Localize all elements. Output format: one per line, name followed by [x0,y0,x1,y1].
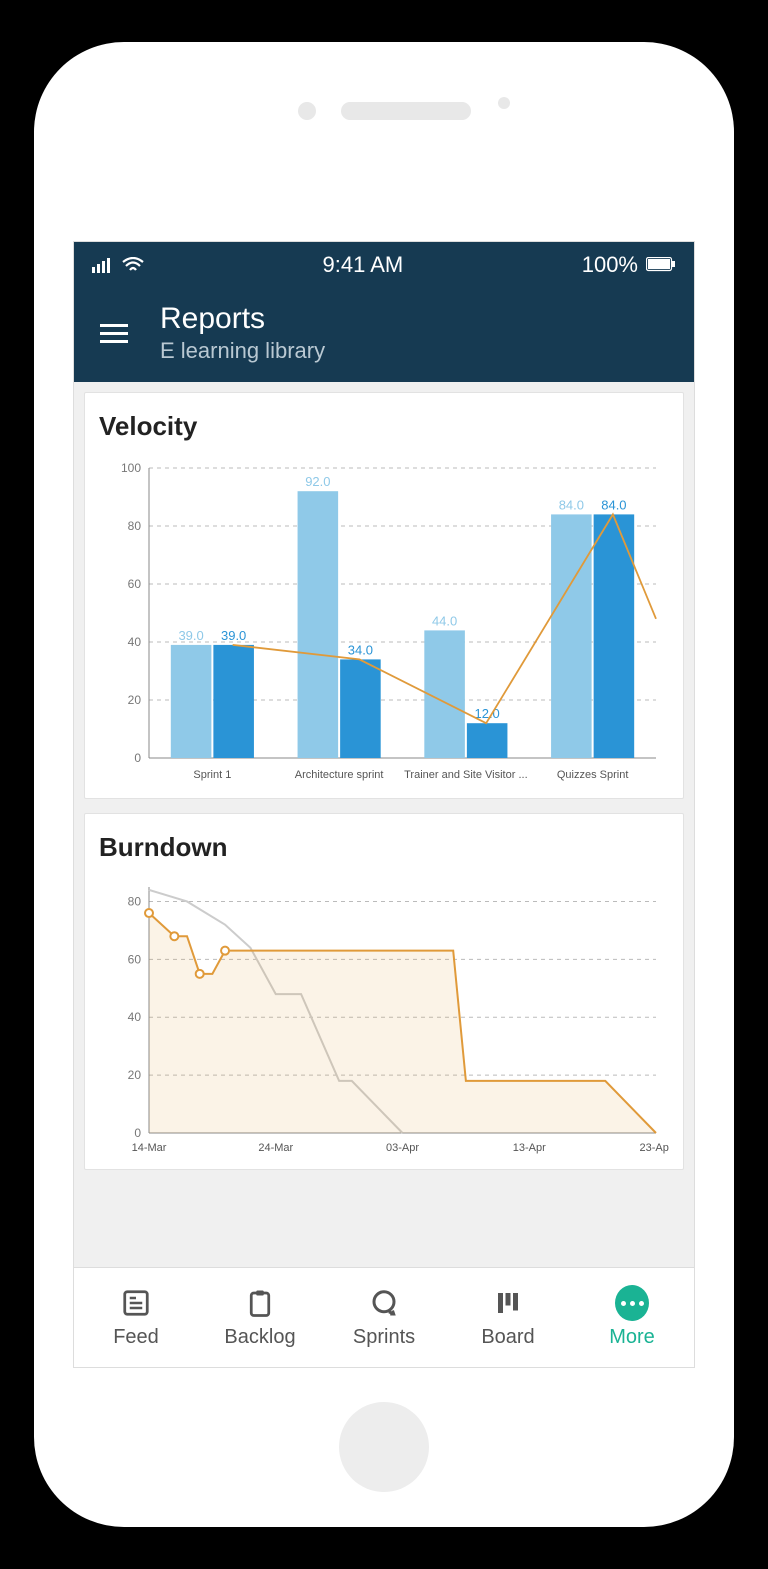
page-title: Reports [160,302,325,336]
board-icon [491,1286,525,1320]
burndown-title: Burndown [99,832,669,863]
svg-text:20: 20 [128,1068,142,1082]
velocity-card[interactable]: Velocity 0 20 40 60 80 100 39.0 39.0 Sprint 1 92.… [84,392,684,799]
nav-backlog[interactable]: Backlog [198,1268,322,1367]
nav-more[interactable]: More [570,1268,694,1367]
more-icon [615,1286,649,1320]
app-bar: Reports E learning library [74,288,694,382]
nav-more-label: More [609,1326,655,1349]
burndown-card[interactable]: Burndown 0 20 40 60 80 14-Mar 24-Mar 03-Apr 13-A… [84,813,684,1170]
feed-icon [119,1286,153,1320]
svg-text:0: 0 [134,751,141,765]
nav-sprints[interactable]: Sprints [322,1268,446,1367]
svg-text:60: 60 [128,952,142,966]
svg-text:14-Mar: 14-Mar [132,1142,167,1154]
svg-text:40: 40 [128,1010,142,1024]
svg-text:84.0: 84.0 [559,497,584,512]
svg-text:92.0: 92.0 [305,474,330,489]
speaker-slot [341,102,471,120]
nav-board[interactable]: Board [446,1268,570,1367]
nav-board-label: Board [481,1326,534,1349]
phone-frame: 9:41 AM 100% Reports E learning library … [34,42,734,1527]
svg-text:39.0: 39.0 [221,628,246,643]
nav-sprints-label: Sprints [353,1326,415,1349]
svg-text:24-Mar: 24-Mar [258,1142,293,1154]
status-right: 100% [582,252,676,278]
status-bar: 9:41 AM 100% [74,242,694,288]
svg-text:13-Apr: 13-Apr [513,1142,546,1154]
bottom-nav: Feed Backlog Sprints Board [74,1267,694,1367]
content-scroll[interactable]: Velocity 0 20 40 60 80 100 39.0 39.0 Sprint 1 92.… [74,382,694,1267]
sprints-icon [367,1286,401,1320]
svg-text:Trainer and Site Visitor ...: Trainer and Site Visitor ... [404,769,528,781]
svg-text:Sprint 1: Sprint 1 [193,769,231,781]
backlog-icon [243,1286,277,1320]
velocity-title: Velocity [99,411,669,442]
status-left [92,257,144,273]
nav-feed-label: Feed [113,1326,159,1349]
svg-text:44.0: 44.0 [432,613,457,628]
svg-text:80: 80 [128,519,142,533]
battery-icon [646,257,676,273]
svg-text:0: 0 [134,1126,141,1140]
status-time: 9:41 AM [323,252,404,278]
svg-text:34.0: 34.0 [348,642,373,657]
svg-text:40: 40 [128,635,142,649]
burndown-chart: 0 20 40 60 80 14-Mar 24-Mar 03-Apr 13-Apr 23-Apr [99,879,669,1159]
svg-text:03-Apr: 03-Apr [386,1142,419,1154]
nav-feed[interactable]: Feed [74,1268,198,1367]
svg-text:80: 80 [128,894,142,908]
signal-icon [92,257,114,273]
svg-text:Architecture sprint: Architecture sprint [295,769,384,781]
svg-text:20: 20 [128,693,142,707]
sensor-dot [498,97,510,109]
battery-percent: 100% [582,252,638,278]
app-screen: 9:41 AM 100% Reports E learning library … [74,242,694,1367]
svg-text:23-Apr: 23-Apr [639,1142,669,1154]
menu-icon[interactable] [92,316,136,351]
svg-text:84.0: 84.0 [601,497,626,512]
app-bar-titles: Reports E learning library [160,302,325,364]
velocity-chart: 0 20 40 60 80 100 39.0 39.0 Sprint 1 92.0 34.0 Arch… [99,458,669,788]
svg-text:Quizzes Sprint: Quizzes Sprint [557,769,629,781]
page-subtitle: E learning library [160,338,325,364]
wifi-icon [122,257,144,273]
home-button[interactable] [339,1402,429,1492]
svg-text:39.0: 39.0 [178,628,203,643]
svg-text:100: 100 [121,461,141,475]
nav-backlog-label: Backlog [224,1326,295,1349]
camera-dot [298,102,316,120]
svg-text:60: 60 [128,577,142,591]
device-hardware-top [34,102,734,120]
